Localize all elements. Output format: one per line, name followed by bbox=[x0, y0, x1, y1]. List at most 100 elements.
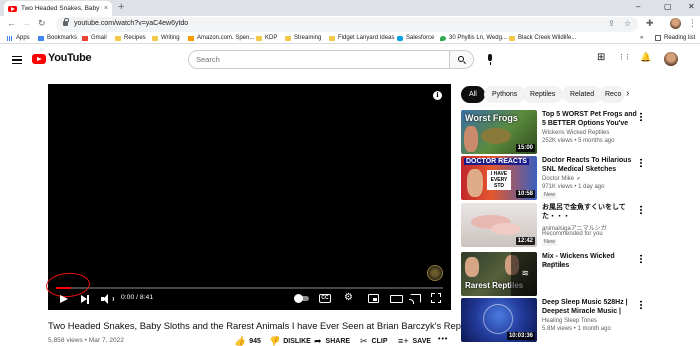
more-actions-button[interactable]: ••• bbox=[438, 336, 448, 343]
bookmark-streaming[interactable]: Streaming bbox=[285, 35, 321, 41]
video-thumbnail[interactable]: Rarest Reptiles ≋ bbox=[461, 252, 537, 296]
frog-shape bbox=[481, 128, 511, 144]
new-badge: New bbox=[542, 192, 558, 199]
theater-mode-icon[interactable] bbox=[390, 295, 403, 303]
search-button[interactable] bbox=[450, 50, 474, 69]
recommendation-item[interactable]: 10:03:36 Deep Sleep Music 528Hz | Deepes… bbox=[461, 298, 651, 346]
channel-name[interactable]: Wickens Wicked Reptiles bbox=[542, 130, 609, 136]
fullscreen-icon[interactable] bbox=[431, 293, 441, 303]
save-button[interactable]: ≡+ SAVE bbox=[398, 336, 431, 346]
search-input[interactable] bbox=[189, 51, 449, 68]
notifications-bell-icon[interactable]: 🔔 bbox=[640, 52, 651, 63]
amazon-icon bbox=[188, 35, 194, 41]
video-thumbnail[interactable]: Worst Frogs 15:00 bbox=[461, 110, 537, 154]
bookmark-black-creek-wildlife[interactable]: Black Creek Wildlife... bbox=[509, 35, 576, 41]
recommendation-item[interactable]: Rarest Reptiles ≋ Mix - Wickens Wicked R… bbox=[461, 252, 651, 302]
maximize-icon[interactable]: ▢ bbox=[664, 2, 672, 11]
bookmark-recipes[interactable]: Recipes bbox=[115, 35, 146, 41]
bookmark-star-icon[interactable]: ☆ bbox=[624, 19, 631, 28]
microphone-icon[interactable] bbox=[488, 54, 492, 65]
minimize-icon[interactable]: – bbox=[636, 2, 640, 11]
chip-all[interactable]: All bbox=[461, 86, 485, 103]
chip-reptiles[interactable]: Reptiles bbox=[522, 86, 564, 103]
bookmark-writing[interactable]: Writing bbox=[152, 35, 180, 41]
subtitles-cc-button[interactable]: CC bbox=[319, 294, 331, 303]
profile-avatar[interactable] bbox=[670, 18, 681, 29]
bookmark-phyllis-ln[interactable]: 30 Phyllis Ln, Wedg... bbox=[440, 35, 507, 41]
chip-pythons[interactable]: Pythons bbox=[484, 86, 526, 103]
new-tab-button[interactable]: + bbox=[118, 1, 124, 13]
like-button[interactable]: 👍 945 bbox=[234, 336, 261, 346]
verified-check-icon: ✔ bbox=[575, 176, 581, 182]
next-video-icon[interactable] bbox=[81, 295, 89, 304]
fullscreen-corner bbox=[431, 293, 435, 297]
lock-icon[interactable] bbox=[63, 18, 69, 26]
recommendation-title[interactable]: Doctor Reacts To Hilarious SNL Medical S… bbox=[542, 156, 637, 174]
reload-icon[interactable]: ↻ bbox=[38, 18, 46, 29]
youtube-logo-icon[interactable] bbox=[32, 54, 46, 64]
info-icon[interactable]: i bbox=[433, 91, 442, 100]
bookmark-salesforce[interactable]: Salesforce bbox=[397, 35, 434, 41]
video-thumbnail[interactable]: DOCTOR REACTS I HAVE EVERY STD 10:58 bbox=[461, 156, 537, 200]
bookmark-gmail[interactable]: Gmail bbox=[82, 35, 107, 41]
extensions-icon[interactable]: ✚ bbox=[646, 18, 654, 29]
share-button[interactable]: ➦ SHARE bbox=[314, 336, 350, 346]
channel-name[interactable]: Healing Sleep Tones bbox=[542, 318, 597, 324]
more-options-icon[interactable] bbox=[640, 205, 642, 215]
close-window-icon[interactable]: ✕ bbox=[688, 2, 695, 11]
apps-icon[interactable]: ⋮⋮ bbox=[618, 53, 631, 61]
bookmark-apps[interactable]: Apps bbox=[7, 35, 30, 41]
view-stats: 971K views • 1 day ago bbox=[542, 184, 605, 190]
clip-button[interactable]: ✂ CLIP bbox=[360, 336, 388, 346]
video-player[interactable]: i 0:00 / 8:41 CC ⚙ bbox=[45, 84, 451, 310]
omnibox[interactable]: youtube.com/watch?v=yaC4ew6ytdo ⇪ ☆ bbox=[56, 17, 638, 32]
create-video-icon[interactable]: ⊞ bbox=[597, 52, 605, 63]
more-options-icon[interactable] bbox=[640, 254, 642, 264]
forward-icon[interactable]: → bbox=[22, 18, 31, 28]
settings-gear-icon[interactable]: ⚙ bbox=[344, 292, 353, 303]
recommendation-item[interactable]: DOCTOR REACTS I HAVE EVERY STD 10:58 Doc… bbox=[461, 156, 651, 206]
channel-name[interactable]: YouTube bbox=[542, 263, 566, 269]
channel-name[interactable]: Doctor Mike ✔ bbox=[542, 176, 581, 182]
video-thumbnail[interactable]: 12:42 bbox=[461, 203, 537, 247]
more-options-icon[interactable] bbox=[640, 300, 642, 310]
autoplay-toggle[interactable] bbox=[294, 294, 309, 303]
recommendation-title[interactable]: お風呂で金魚すくいをしてた・・・ bbox=[542, 203, 637, 221]
user-avatar[interactable] bbox=[664, 52, 678, 66]
dislike-button[interactable]: 👎 DISLIKE bbox=[268, 336, 311, 346]
video-thumbnail[interactable]: 10:03:36 bbox=[461, 298, 537, 342]
chip-recommended[interactable]: Reco bbox=[599, 86, 625, 103]
chip-related[interactable]: Related bbox=[562, 86, 603, 103]
play-icon[interactable] bbox=[60, 295, 68, 303]
channel-watermark-icon[interactable] bbox=[427, 265, 443, 281]
reading-list-button[interactable]: Reading list bbox=[655, 35, 695, 41]
bookmarks-overflow-icon[interactable]: » bbox=[640, 35, 643, 41]
url-text[interactable]: youtube.com/watch?v=yaC4ew6ytdo bbox=[74, 20, 188, 27]
menu-icon[interactable] bbox=[12, 56, 22, 64]
duration-badge: 15:00 bbox=[515, 144, 535, 152]
miniplayer-icon[interactable] bbox=[368, 294, 379, 303]
bookmark-bookmarks[interactable]: Bookmarks bbox=[38, 35, 77, 41]
chevron-right-icon[interactable]: › bbox=[626, 88, 629, 99]
bookmark-kdp[interactable]: KDP bbox=[256, 35, 277, 41]
recommendation-title[interactable]: Deep Sleep Music 528Hz | Deepest Miracle… bbox=[542, 298, 637, 316]
more-options-icon[interactable] bbox=[640, 112, 642, 122]
cast-icon[interactable] bbox=[409, 294, 421, 304]
browser-tab[interactable]: Two Headed Snakes, Baby Sloths × bbox=[4, 1, 112, 16]
browser-menu-icon[interactable]: ⋮ bbox=[688, 18, 697, 29]
share-page-icon[interactable]: ⇪ bbox=[608, 19, 615, 28]
back-icon[interactable]: ← bbox=[7, 18, 16, 28]
youtube-favicon-icon bbox=[8, 5, 17, 12]
recommendation-title[interactable]: Top 5 WORST Pet Frogs and 5 BETTER Optio… bbox=[542, 110, 637, 128]
volume-icon[interactable] bbox=[101, 294, 114, 304]
recommendation-item[interactable]: 12:42 お風呂で金魚すくいをしてた・・・ animalsigaアニマルシガ … bbox=[461, 203, 651, 253]
youtube-logo-text[interactable]: YouTube bbox=[48, 52, 92, 64]
more-options-icon[interactable] bbox=[640, 158, 642, 168]
person-shape bbox=[467, 169, 483, 197]
progress-bar[interactable] bbox=[56, 287, 443, 289]
bookmark-fidget-lanyard-ideas[interactable]: Fidget Lanyard Ideas bbox=[329, 35, 394, 41]
folder-icon bbox=[256, 35, 262, 41]
bookmark-amazon[interactable]: Amazon.com. Spen... bbox=[188, 35, 254, 41]
recommendation-item[interactable]: Worst Frogs 15:00 Top 5 WORST Pet Frogs … bbox=[461, 110, 651, 160]
tab-close-icon[interactable]: × bbox=[104, 5, 108, 12]
